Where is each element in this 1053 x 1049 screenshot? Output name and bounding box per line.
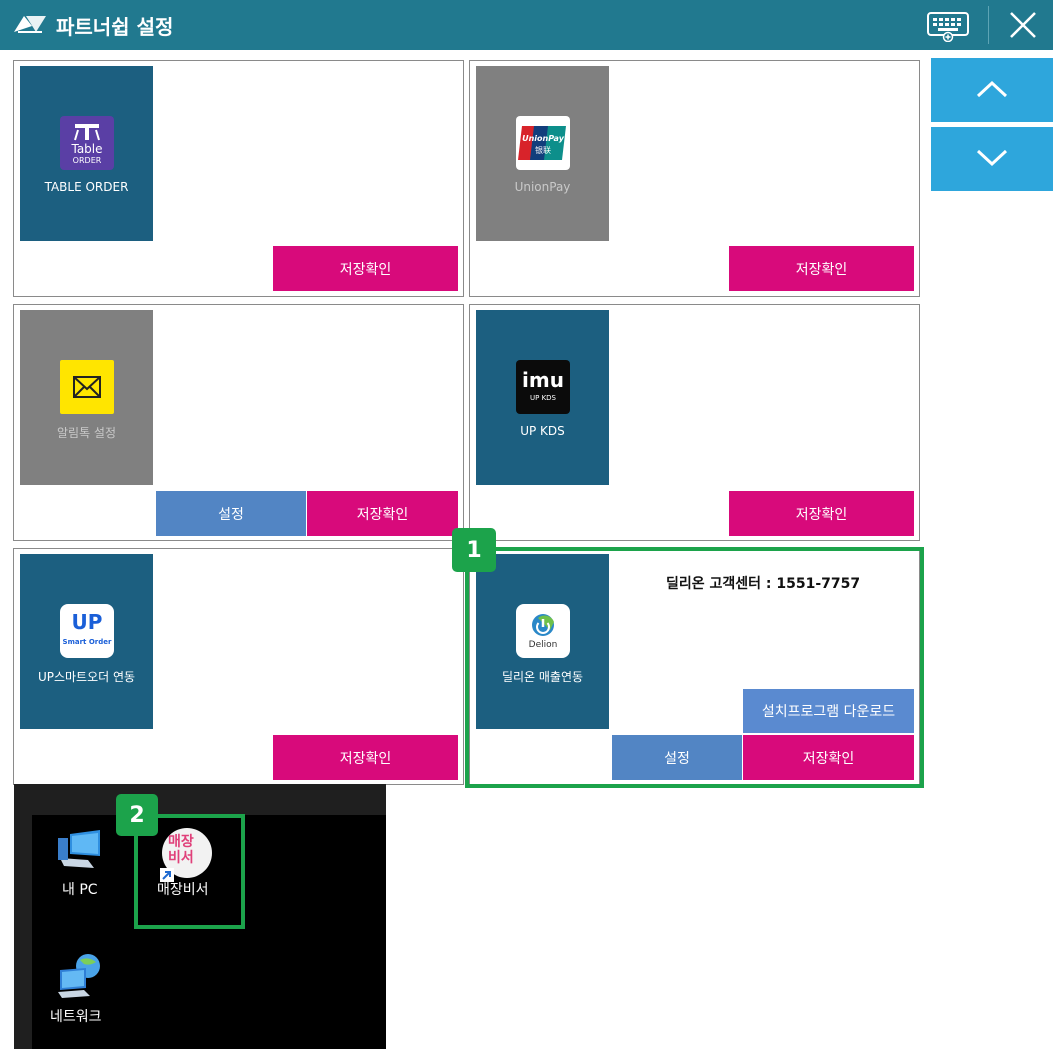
partner-card-alimtalk: 알림톡 설정 설정 저장확인 xyxy=(13,304,464,541)
tile-label: 알림톡 설정 xyxy=(56,426,116,440)
network-icon[interactable] xyxy=(54,952,104,998)
window-title: 파트너쉽 설정 xyxy=(56,15,174,39)
settings-button[interactable]: 설정 xyxy=(156,491,306,536)
chevron-up-icon xyxy=(976,80,1008,98)
desktop-item-label: 내 PC xyxy=(62,882,98,898)
tile-label: UP스마트오더 연동 xyxy=(37,670,136,684)
up-smart-order-icon: UP Smart Order xyxy=(60,604,114,658)
title-bar: 파트너쉽 설정 xyxy=(0,0,1053,50)
save-confirm-button[interactable]: 저장확인 xyxy=(729,246,914,291)
title-separator xyxy=(988,6,989,44)
partner-tile-up-kds[interactable]: imu UP KDS UP KDS xyxy=(476,310,609,485)
unionpay-icon-text: UnionPay xyxy=(522,134,564,143)
pc-icon[interactable] xyxy=(54,828,104,872)
tile-label: TABLE ORDER xyxy=(44,180,129,194)
step-marker-1: 1 xyxy=(452,528,496,572)
save-confirm-button[interactable]: 저장확인 xyxy=(273,246,458,291)
app-logo-icon xyxy=(14,16,46,33)
tile-label: UnionPay xyxy=(514,180,571,194)
partner-card-table-order: Table ORDER TABLE ORDER 저장확인 xyxy=(13,60,464,297)
partner-card-up-smart-order: UP Smart Order UP스마트오더 연동 저장확인 xyxy=(13,548,464,785)
step-marker-2: 2 xyxy=(116,794,158,836)
save-confirm-button[interactable]: 저장확인 xyxy=(273,735,458,780)
partner-tile-unionpay[interactable]: UnionPay 银联 UnionPay xyxy=(476,66,609,241)
partner-card-up-kds: imu UP KDS UP KDS 저장확인 xyxy=(469,304,920,541)
imu-sub-text: UP KDS xyxy=(530,394,556,402)
unionpay-icon-subtext: 银联 xyxy=(535,146,551,155)
tile-label: UP KDS xyxy=(520,424,565,438)
save-confirm-button[interactable]: 저장확인 xyxy=(307,491,458,536)
table-order-icon-text: Table xyxy=(71,142,103,156)
partner-tile-table-order[interactable]: Table ORDER TABLE ORDER xyxy=(20,66,153,241)
partner-tile-alimtalk[interactable]: 알림톡 설정 xyxy=(20,310,153,485)
imu-kds-icon: imu UP KDS xyxy=(516,360,570,414)
table-order-icon: Table ORDER xyxy=(60,116,114,170)
scroll-down-button[interactable] xyxy=(931,127,1053,191)
desktop-top-strip xyxy=(14,784,386,815)
partner-card-unionpay: UnionPay 银联 UnionPay 저장확인 xyxy=(469,60,920,297)
table-order-icon-subtext: ORDER xyxy=(72,156,102,165)
chevron-down-icon xyxy=(976,149,1008,167)
save-confirm-button[interactable]: 저장확인 xyxy=(729,491,914,536)
desktop-left-strip xyxy=(14,815,32,1049)
unionpay-icon: UnionPay 银联 xyxy=(516,116,570,170)
highlight-delion-card xyxy=(465,547,924,788)
partner-tile-up-smart-order[interactable]: UP Smart Order UP스마트오더 연동 xyxy=(20,554,153,729)
close-icon[interactable] xyxy=(1006,8,1040,42)
desktop-item-label: 네트워크 xyxy=(50,1009,102,1025)
scroll-up-button[interactable] xyxy=(931,58,1053,122)
up-brand-text: UP xyxy=(71,610,103,634)
keyboard-icon[interactable] xyxy=(926,10,970,42)
imu-brand-text: imu xyxy=(522,368,564,392)
up-sub-text: Smart Order xyxy=(62,638,112,646)
envelope-icon xyxy=(60,360,114,414)
